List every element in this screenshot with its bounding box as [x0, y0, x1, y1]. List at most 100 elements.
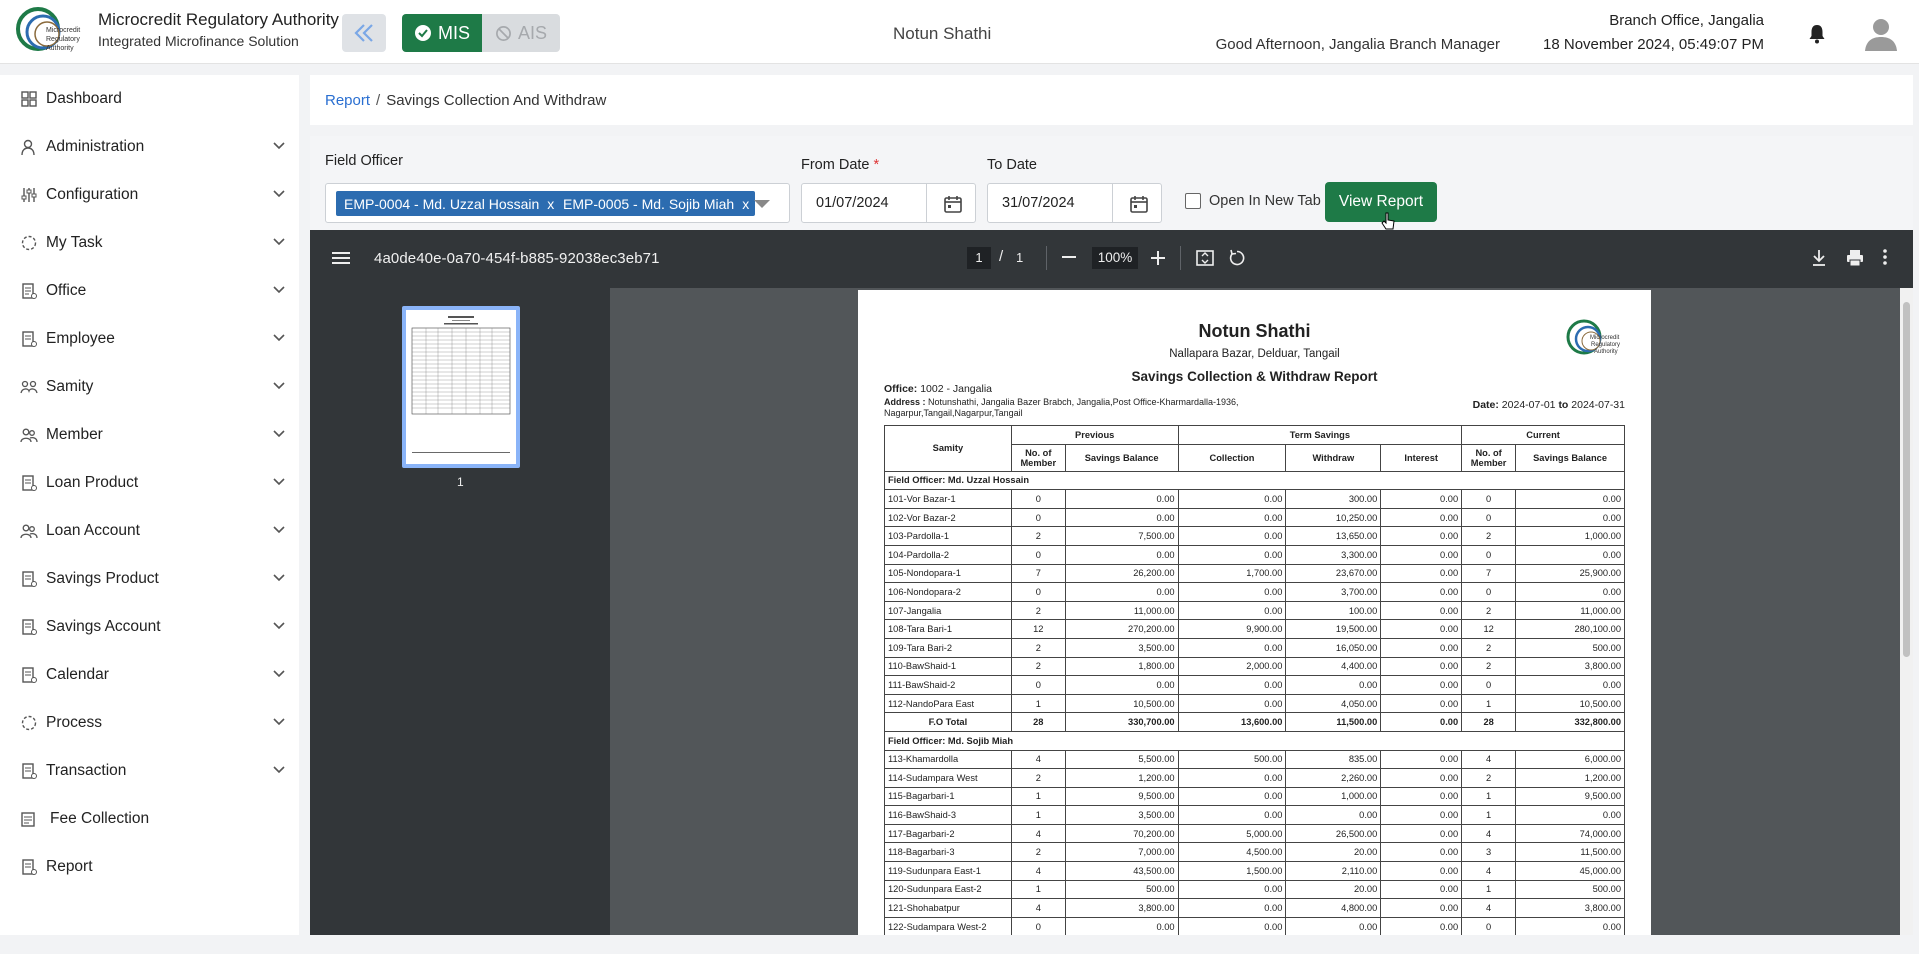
- zoom-in-icon[interactable]: [1151, 251, 1165, 265]
- brand-subtitle: Integrated Microfinance Solution: [98, 33, 299, 49]
- chip-remove-button[interactable]: x: [742, 196, 749, 212]
- greeting-text: Good Afternoon, Jangalia Branch Manager: [1215, 36, 1500, 53]
- field-officer-group-row: Field Officer: Md. Uzzal Hossain: [884, 470, 1625, 491]
- fit-page-icon[interactable]: [1196, 249, 1214, 267]
- sidebar-item-loan-product[interactable]: Loan Product: [0, 459, 299, 507]
- table-cell: 105-Nondopara-1: [884, 563, 1012, 584]
- chevron-down-icon: [273, 430, 285, 438]
- dropdown-arrow-icon[interactable]: [753, 199, 771, 209]
- sidebar-item-dashboard[interactable]: Dashboard: [0, 75, 299, 123]
- table-cell: 45,000.00: [1515, 861, 1625, 881]
- download-icon[interactable]: [1811, 249, 1827, 267]
- col-samity: Samity: [884, 425, 1012, 472]
- table-cell: 11,000.00: [1064, 600, 1179, 621]
- sidebar-item-calendar[interactable]: Calendar: [0, 651, 299, 699]
- mis-mode-button[interactable]: MIS: [402, 14, 482, 52]
- field-officer-select[interactable]: EMP-0004 - Md. Uzzal Hossain x EMP-0005 -…: [325, 183, 790, 223]
- page-number-input[interactable]: 1: [967, 247, 991, 269]
- table-cell: 0.00: [1380, 526, 1463, 546]
- total-cell: 13,600.00: [1177, 712, 1287, 732]
- chip-label: EMP-0004 - Md. Uzzal Hossain: [344, 195, 540, 212]
- more-options-icon[interactable]: [1883, 249, 1887, 265]
- total-cell: 11,500.00: [1285, 712, 1382, 732]
- zoom-out-icon[interactable]: [1062, 256, 1076, 259]
- scrollbar-thumb[interactable]: [1903, 302, 1910, 657]
- table-row: 114-Sudampara West 2 1,200.00 0.00 2,260.00 0…: [884, 768, 1625, 788]
- samity-icon: [20, 380, 38, 394]
- collapse-sidebar-button[interactable]: [342, 14, 386, 52]
- zoom-level-input[interactable]: 100%: [1092, 247, 1138, 269]
- page-thumbnail[interactable]: [402, 306, 520, 468]
- ais-mode-button[interactable]: AIS: [482, 14, 560, 52]
- table-cell: 2,000.00: [1177, 656, 1287, 677]
- open-new-tab-checkbox[interactable]: [1185, 193, 1201, 209]
- chevron-down-icon: [273, 478, 285, 486]
- table-cell: 0.00: [1515, 805, 1625, 825]
- sidebar-item-samity[interactable]: Samity: [0, 363, 299, 411]
- sidebar-item-configuration[interactable]: Configuration: [0, 171, 299, 219]
- vertical-scrollbar[interactable]: [1900, 288, 1913, 935]
- table-cell: 0: [1461, 507, 1517, 528]
- sidebar-item-my-task[interactable]: My Task: [0, 219, 299, 267]
- menu-icon[interactable]: [332, 250, 350, 266]
- table-cell: 5,500.00: [1064, 749, 1179, 770]
- table-cell: 0.00: [1177, 637, 1287, 658]
- table-row: 108-Tara Bari-1 12 270,200.00 9,900.00 19,50…: [884, 619, 1625, 639]
- sidebar-item-member[interactable]: Member: [0, 411, 299, 459]
- fo-total-row: F.O Total 28 330,700.00 13,600.00 11,500.00 0…: [884, 712, 1625, 732]
- table-cell: 0.00: [1064, 675, 1179, 695]
- sidebar-item-administration[interactable]: Administration: [0, 123, 299, 171]
- breadcrumb-report-link[interactable]: Report: [325, 92, 370, 109]
- sidebar-item-office[interactable]: Office: [0, 267, 299, 315]
- table-cell: 0.00: [1515, 489, 1625, 509]
- table-cell: 0.00: [1064, 582, 1179, 602]
- sidebar-item-fee-collection[interactable]: Fee Collection: [0, 795, 299, 843]
- to-date-input[interactable]: 31/07/2024: [987, 183, 1162, 223]
- col-prev-members: No. of Member: [1010, 443, 1066, 472]
- table-cell: 25,900.00: [1515, 563, 1625, 584]
- sidebar-item-savings-product[interactable]: Savings Product: [0, 555, 299, 603]
- table-cell: 0.00: [1515, 675, 1625, 695]
- sidebar-item-process[interactable]: Process: [0, 699, 299, 747]
- toolbar-divider: [1046, 246, 1047, 270]
- check-circle-icon: [414, 25, 431, 41]
- fee-icon: [21, 812, 35, 827]
- table-cell: 0: [1461, 916, 1517, 935]
- required-mark: *: [873, 157, 880, 173]
- table-cell: 0: [1461, 675, 1517, 695]
- table-cell: 0: [1010, 675, 1066, 695]
- sidebar-item-savings-account[interactable]: Savings Account: [0, 603, 299, 651]
- from-date-input[interactable]: 01/07/2024: [801, 183, 976, 223]
- table-cell: 114-Sudampara West: [884, 768, 1012, 788]
- chip-remove-button[interactable]: x: [547, 196, 554, 212]
- table-cell: 7,500.00: [1064, 526, 1179, 546]
- table-cell: 16,050.00: [1285, 637, 1382, 658]
- total-cell: F.O Total: [884, 712, 1012, 732]
- user-avatar-icon[interactable]: [1862, 14, 1900, 52]
- chevron-down-icon: [273, 142, 285, 150]
- sidebar-item-report[interactable]: Report: [0, 843, 299, 891]
- col-group-current: Current: [1461, 425, 1625, 445]
- report-subtitle: Savings Collection & Withdraw Report: [1131, 369, 1378, 384]
- sidebar-item-transaction[interactable]: Transaction: [0, 747, 299, 795]
- chevron-down-icon: [273, 670, 285, 678]
- print-icon[interactable]: [1846, 249, 1864, 267]
- svg-text:Regulatory: Regulatory: [1591, 342, 1620, 348]
- sidebar-item-employee[interactable]: Employee: [0, 315, 299, 363]
- calendar-icon[interactable]: [1129, 194, 1149, 214]
- calendar-icon[interactable]: [943, 194, 963, 214]
- sidebar-item-label: Dashboard: [46, 90, 122, 107]
- sidebar-item-loan-account[interactable]: Loan Account: [0, 507, 299, 555]
- table-cell: 2: [1010, 842, 1066, 863]
- svg-text:Microcredit: Microcredit: [46, 27, 80, 34]
- from-date-label: From Date *: [801, 157, 879, 173]
- notification-bell-icon[interactable]: [1808, 24, 1826, 44]
- table-cell: 3: [1461, 842, 1517, 863]
- sidebar-item-label: Member: [46, 426, 103, 443]
- table-cell: 2: [1010, 600, 1066, 621]
- table-cell: 10,250.00: [1285, 507, 1382, 528]
- table-cell: 7: [1461, 563, 1517, 584]
- table-cell: 115-Bagarbari-1: [884, 786, 1012, 807]
- rotate-icon[interactable]: [1228, 249, 1246, 267]
- sidebar-item-label: Calendar: [46, 666, 109, 683]
